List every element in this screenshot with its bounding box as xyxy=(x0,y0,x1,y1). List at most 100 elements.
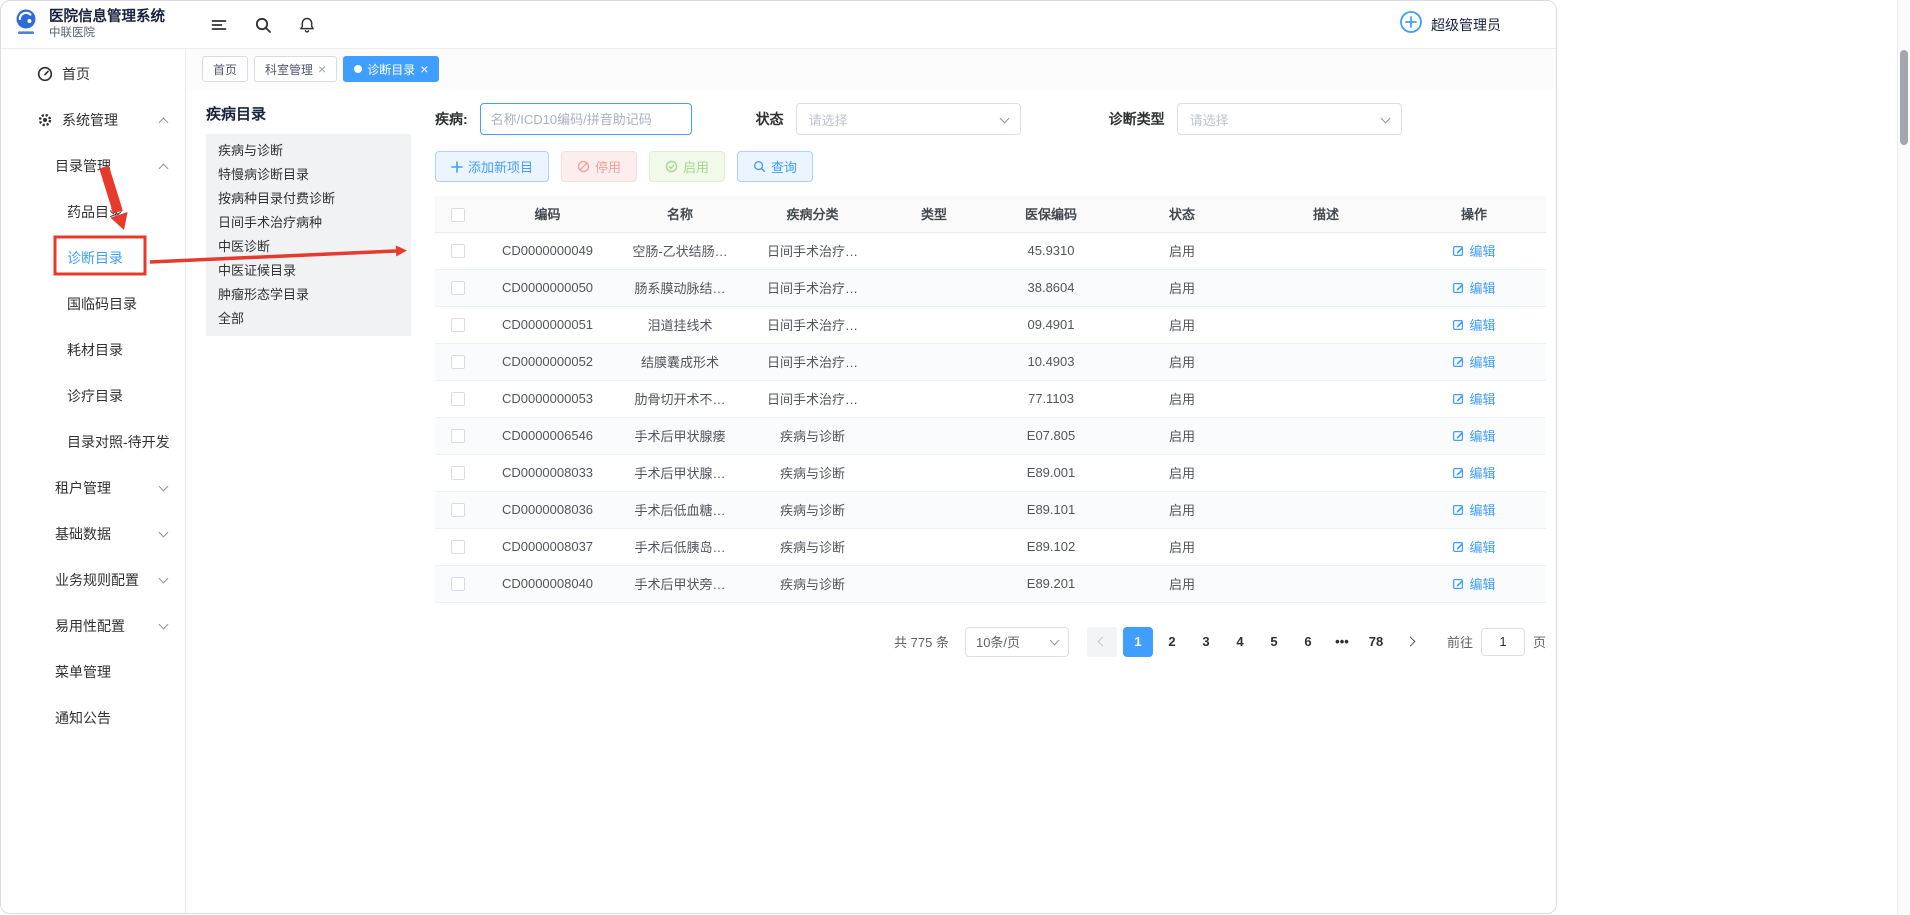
notification-bell-icon[interactable] xyxy=(298,16,316,34)
table-body: CD0000000049 空肠-乙状结肠… 日间手术治疗… 45.9310 启用 xyxy=(435,232,1546,602)
sidebar-item-usability-config[interactable]: 易用性配置 xyxy=(1,603,185,649)
status-select[interactable]: 请选择 xyxy=(796,103,1021,135)
page-button[interactable]: 3 xyxy=(1191,627,1221,657)
goto-page-input[interactable] xyxy=(1481,628,1525,656)
disable-button[interactable]: 停用 xyxy=(561,151,637,182)
table-row[interactable]: CD0000000049 空肠-乙状结肠… 日间手术治疗… 45.9310 启用 xyxy=(435,232,1546,269)
row-checkbox[interactable] xyxy=(451,281,465,295)
edit-button[interactable]: 编辑 xyxy=(1452,537,1495,556)
cell-insurance-code: E89.101 xyxy=(988,491,1114,528)
page-button[interactable]: 2 xyxy=(1157,627,1187,657)
page-button[interactable]: 1 xyxy=(1123,627,1153,657)
add-item-button[interactable]: 添加新项目 xyxy=(435,151,549,182)
column-header: 医保编码 xyxy=(988,196,1114,232)
row-checkbox[interactable] xyxy=(451,392,465,406)
close-icon[interactable]: × xyxy=(420,62,428,76)
query-button[interactable]: 查询 xyxy=(737,151,813,182)
catalog-item[interactable]: 中医诊断 xyxy=(206,235,411,259)
collapse-menu-icon[interactable] xyxy=(210,16,228,34)
column-header: 编码 xyxy=(480,196,615,232)
edit-button[interactable]: 编辑 xyxy=(1452,389,1495,408)
prev-page-button[interactable] xyxy=(1087,627,1117,657)
close-icon[interactable]: × xyxy=(318,62,326,76)
sidebar-item-consumables-catalog[interactable]: 耗材目录 xyxy=(1,327,185,373)
sidebar-item-national-code-catalog[interactable]: 国临码目录 xyxy=(1,281,185,327)
page-button[interactable]: 5 xyxy=(1259,627,1289,657)
diagnosis-type-label: 诊断类型 xyxy=(1109,109,1165,129)
table-row[interactable]: CD0000008033 手术后甲状腺… 疾病与诊断 E89.001 启用 xyxy=(435,454,1546,491)
user-menu[interactable]: 超级管理员 xyxy=(1399,10,1501,39)
catalog-item[interactable]: 特慢病诊断目录 xyxy=(206,163,411,187)
sidebar-item-treatment-catalog[interactable]: 诊疗目录 xyxy=(1,373,185,419)
cell-name: 手术后甲状腺… xyxy=(615,454,745,491)
row-checkbox[interactable] xyxy=(451,577,465,591)
catalog-item[interactable]: 日间手术治疗病种 xyxy=(206,211,411,235)
catalog-item[interactable]: 疾病与诊断 xyxy=(206,139,411,163)
edit-button[interactable]: 编辑 xyxy=(1452,315,1495,334)
edit-button[interactable]: 编辑 xyxy=(1452,574,1495,593)
row-checkbox[interactable] xyxy=(451,355,465,369)
edit-button[interactable]: 编辑 xyxy=(1452,500,1495,519)
row-checkbox[interactable] xyxy=(451,503,465,517)
cell-name: 结膜囊成形术 xyxy=(615,343,745,380)
edit-button[interactable]: 编辑 xyxy=(1452,241,1495,260)
tab-department-management[interactable]: 科室管理 × xyxy=(254,56,337,82)
sidebar-item-home[interactable]: 首页 xyxy=(1,51,185,97)
table-row[interactable]: CD0000000050 肠系膜动脉结… 日间手术治疗… 38.8604 启用 xyxy=(435,269,1546,306)
edit-label: 编辑 xyxy=(1469,278,1495,297)
table-row[interactable]: CD0000006546 手术后甲状腺瘘 疾病与诊断 E07.805 启用 xyxy=(435,417,1546,454)
cell-description xyxy=(1250,380,1402,417)
row-checkbox[interactable] xyxy=(451,244,465,258)
edit-button[interactable]: 编辑 xyxy=(1452,463,1495,482)
table-row[interactable]: CD0000008037 手术后低胰岛… 疾病与诊断 E89.102 启用 xyxy=(435,528,1546,565)
row-checkbox[interactable] xyxy=(451,466,465,480)
edit-button[interactable]: 编辑 xyxy=(1452,278,1495,297)
table-row[interactable]: CD0000008040 手术后甲状旁… 疾病与诊断 E89.201 启用 xyxy=(435,565,1546,602)
catalog-item[interactable]: 按病种目录付费诊断 xyxy=(206,187,411,211)
page-button[interactable]: 6 xyxy=(1293,627,1323,657)
tab-diagnosis-catalog[interactable]: 诊断目录 × xyxy=(343,56,439,82)
sidebar-item-catalog-management[interactable]: 目录管理 xyxy=(1,143,185,189)
catalog-item[interactable]: 全部 xyxy=(206,307,411,331)
catalog-item[interactable]: 肿瘤形态学目录 xyxy=(206,283,411,307)
edit-button[interactable]: 编辑 xyxy=(1452,426,1495,445)
next-page-button[interactable] xyxy=(1397,627,1427,657)
disease-filter-group: 疾病: xyxy=(435,103,692,135)
row-checkbox[interactable] xyxy=(451,429,465,443)
action-toolbar: 添加新项目 停用 启用 查询 xyxy=(435,151,1546,182)
diagnosis-type-select[interactable]: 请选择 xyxy=(1177,103,1402,135)
sidebar-item-tenant-management[interactable]: 租户管理 xyxy=(1,465,185,511)
edit-button[interactable]: 编辑 xyxy=(1452,352,1495,371)
sidebar-item-catalog-mapping[interactable]: 目录对照-待开发 xyxy=(1,419,185,465)
select-all-checkbox[interactable] xyxy=(451,208,465,222)
scrollbar-track[interactable] xyxy=(1897,0,1910,915)
sidebar-item-diagnosis-catalog[interactable]: 诊断目录 xyxy=(1,235,185,281)
catalog-item[interactable]: 中医证候目录 xyxy=(206,259,411,283)
row-checkbox[interactable] xyxy=(451,318,465,332)
search-icon[interactable] xyxy=(254,16,272,34)
table-row[interactable]: CD0000008036 手术后低血糖… 疾病与诊断 E89.101 启用 xyxy=(435,491,1546,528)
page-size-select[interactable]: 10条/页 xyxy=(965,627,1069,657)
cell-disease-category: 疾病与诊断 xyxy=(745,528,880,565)
edit-icon xyxy=(1452,318,1465,331)
sidebar-item-basic-data[interactable]: 基础数据 xyxy=(1,511,185,557)
table-row[interactable]: CD0000000051 泪道挂线术 日间手术治疗… 09.4901 启用 xyxy=(435,306,1546,343)
sidebar-item-drug-catalog[interactable]: 药品目录 xyxy=(1,189,185,235)
table-row[interactable]: CD0000000052 结膜囊成形术 日间手术治疗… 10.4903 启用 xyxy=(435,343,1546,380)
row-checkbox[interactable] xyxy=(451,540,465,554)
page-button[interactable]: 4 xyxy=(1225,627,1255,657)
sidebar-item-menu-management[interactable]: 菜单管理 xyxy=(1,649,185,695)
table-row[interactable]: CD0000000053 肋骨切开术不… 日间手术治疗… 77.1103 启用 xyxy=(435,380,1546,417)
cell-description xyxy=(1250,417,1402,454)
disease-catalog-panel: 疾病目录 疾病与诊断特慢病诊断目录按病种目录付费诊断日间手术治疗病种中医诊断中医… xyxy=(206,99,411,914)
disease-search-input[interactable] xyxy=(480,103,692,135)
tab-home[interactable]: 首页 xyxy=(202,56,248,82)
enable-button[interactable]: 启用 xyxy=(649,151,725,182)
cell-name: 手术后甲状腺瘘 xyxy=(615,417,745,454)
page-button[interactable]: ••• xyxy=(1327,627,1357,657)
sidebar-item-system-management[interactable]: 系统管理 xyxy=(1,97,185,143)
sidebar-item-notice[interactable]: 通知公告 xyxy=(1,695,185,741)
sidebar-item-business-rules[interactable]: 业务规则配置 xyxy=(1,557,185,603)
page-button[interactable]: 78 xyxy=(1361,627,1391,657)
scrollbar-thumb[interactable] xyxy=(1900,50,1908,145)
